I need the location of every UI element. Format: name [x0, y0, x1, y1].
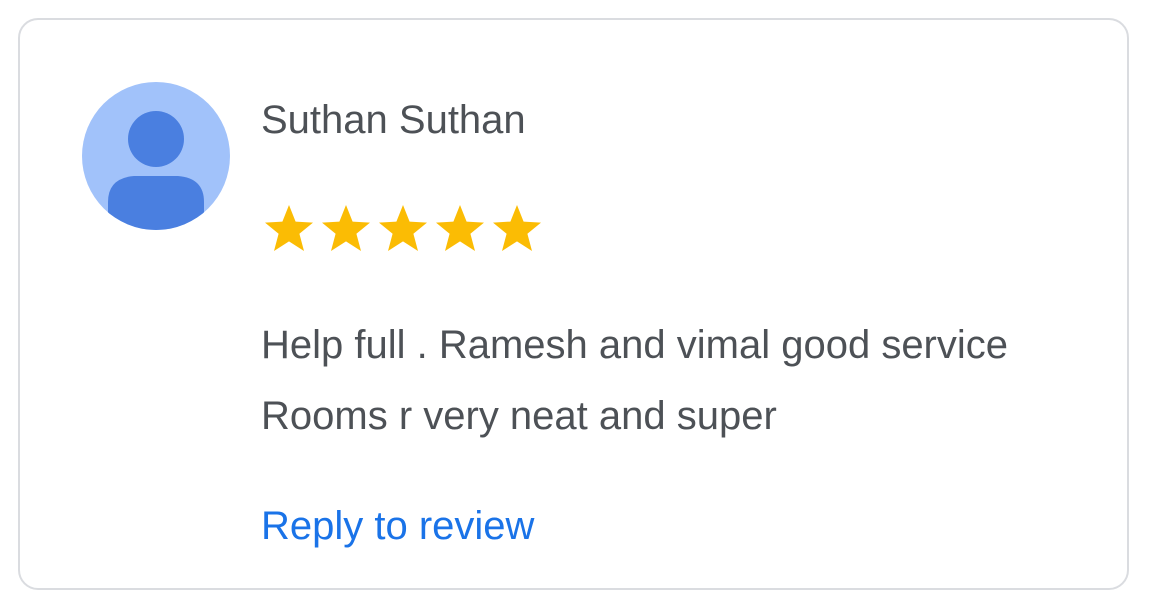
- reply-to-review-link[interactable]: Reply to review: [261, 502, 534, 550]
- review-text-line: Help full . Ramesh and vimal good servic…: [261, 323, 1009, 367]
- star-icon: [261, 201, 317, 257]
- reviewer-name: Suthan Suthan: [261, 98, 526, 142]
- review-text: Help full . Ramesh and vimal good servic…: [261, 310, 1101, 452]
- star-icon: [432, 201, 488, 257]
- review-text-line: Rooms r very neat and super: [261, 394, 777, 438]
- star-icon: [318, 201, 374, 257]
- star-icon: [489, 201, 545, 257]
- default-person-avatar-icon: [108, 111, 204, 230]
- avatar: [82, 82, 230, 230]
- review-card: Suthan Suthan Help full . Ramesh and vim…: [18, 18, 1129, 590]
- star-rating: [261, 201, 546, 257]
- star-icon: [375, 201, 431, 257]
